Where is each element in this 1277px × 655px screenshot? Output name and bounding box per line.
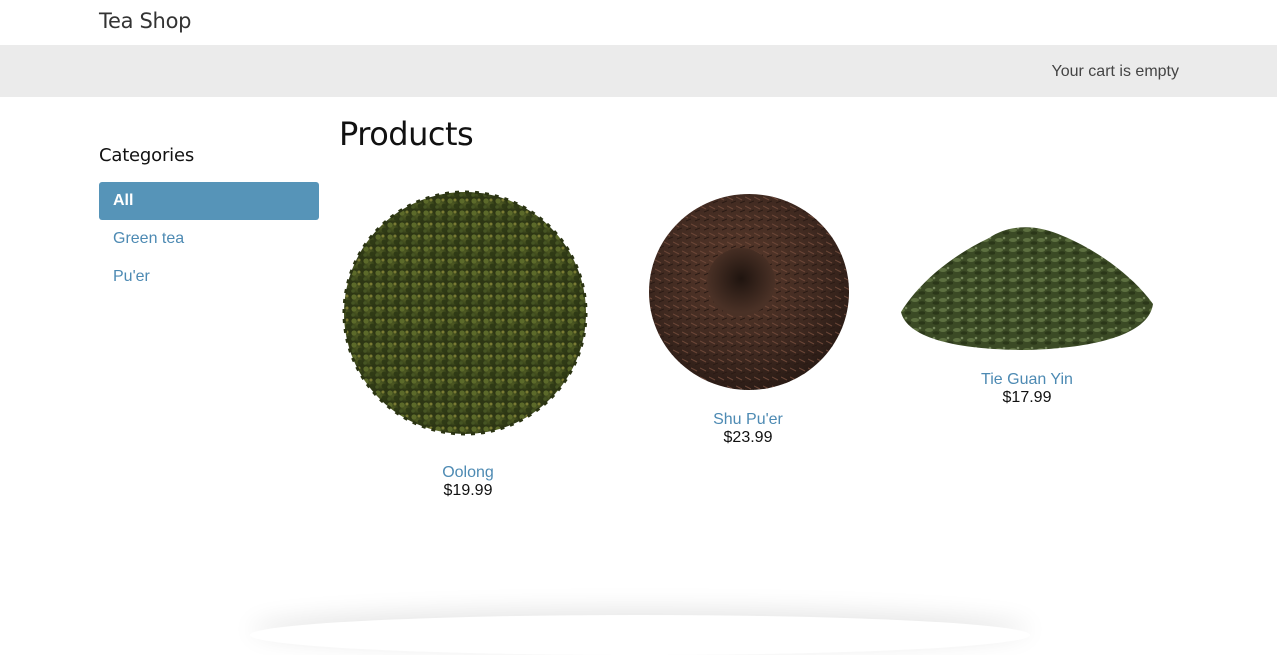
- category-item-green-tea[interactable]: Green tea: [99, 220, 319, 258]
- top-navbar: Tea Shop: [0, 0, 1277, 45]
- shu-puer-tea-image[interactable]: [619, 186, 877, 398]
- product-card: Tie Guan Yin $17.99: [897, 186, 1157, 407]
- product-price: $19.99: [443, 482, 493, 499]
- product-name-link[interactable]: Tie Guan Yin: [897, 371, 1157, 389]
- products-section: Products: [339, 115, 1179, 153]
- product-card: Shu Pu'er $23.99: [619, 186, 877, 447]
- categories-heading: Categories: [99, 145, 195, 166]
- product-card: Oolong $19.99: [339, 186, 597, 500]
- brand-link[interactable]: Tea Shop: [99, 9, 191, 33]
- product-price: $23.99: [723, 429, 773, 446]
- product-name-link[interactable]: Oolong: [339, 464, 597, 482]
- cart-bar: Your cart is empty: [0, 45, 1277, 97]
- product-name-link[interactable]: Shu Pu'er: [619, 411, 877, 429]
- cart-status: Your cart is empty: [1051, 63, 1179, 80]
- bottom-shadow-decoration: [250, 615, 1030, 655]
- category-item-all[interactable]: All: [99, 182, 319, 220]
- page-title: Products: [339, 115, 474, 153]
- category-item-puer[interactable]: Pu'er: [99, 258, 319, 296]
- product-price: $17.99: [1002, 389, 1052, 406]
- tie-guan-yin-tea-image[interactable]: [897, 186, 1157, 356]
- oolong-tea-image[interactable]: [339, 186, 597, 444]
- category-list: All Green tea Pu'er: [99, 182, 319, 296]
- categories-sidebar: Categories All Green tea Pu'er: [99, 145, 319, 296]
